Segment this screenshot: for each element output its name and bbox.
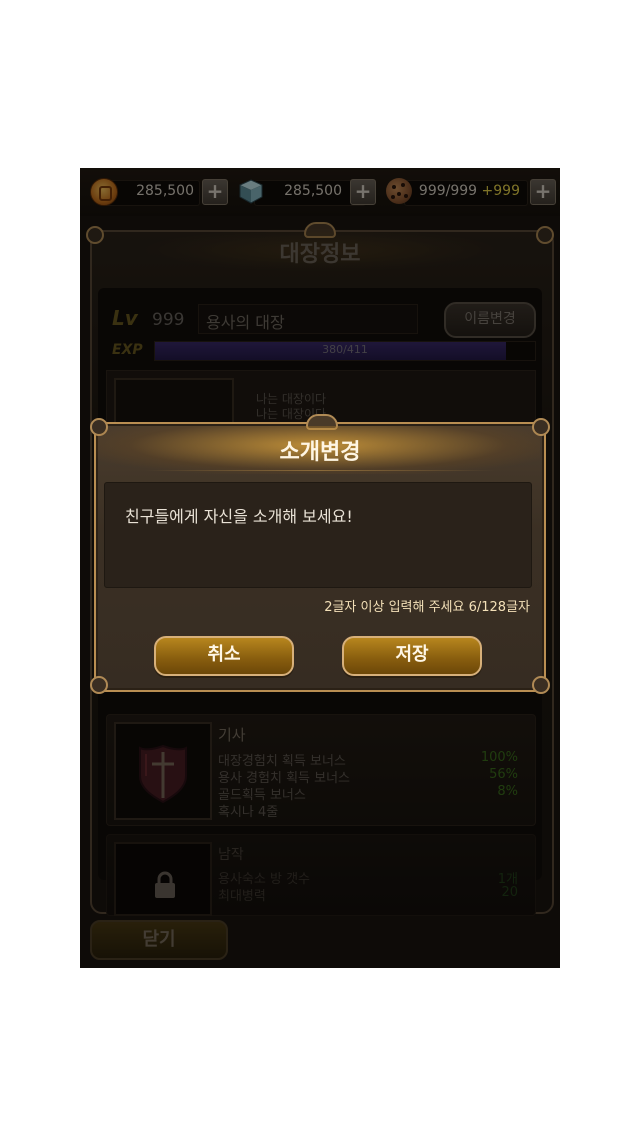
cancel-button[interactable]: 취소 <box>154 636 294 676</box>
game-screen: 285,500 + 285,500 + 999/999 +999 + 대장정보 … <box>80 168 560 968</box>
save-button[interactable]: 저장 <box>342 636 482 676</box>
dialog-title: 소개변경 <box>279 440 361 465</box>
intro-input[interactable]: 친구들에게 자신을 소개해 보세요! <box>104 482 532 588</box>
char-count-hint: 2글자 이상 입력해 주세요 6/128글자 <box>324 600 530 615</box>
